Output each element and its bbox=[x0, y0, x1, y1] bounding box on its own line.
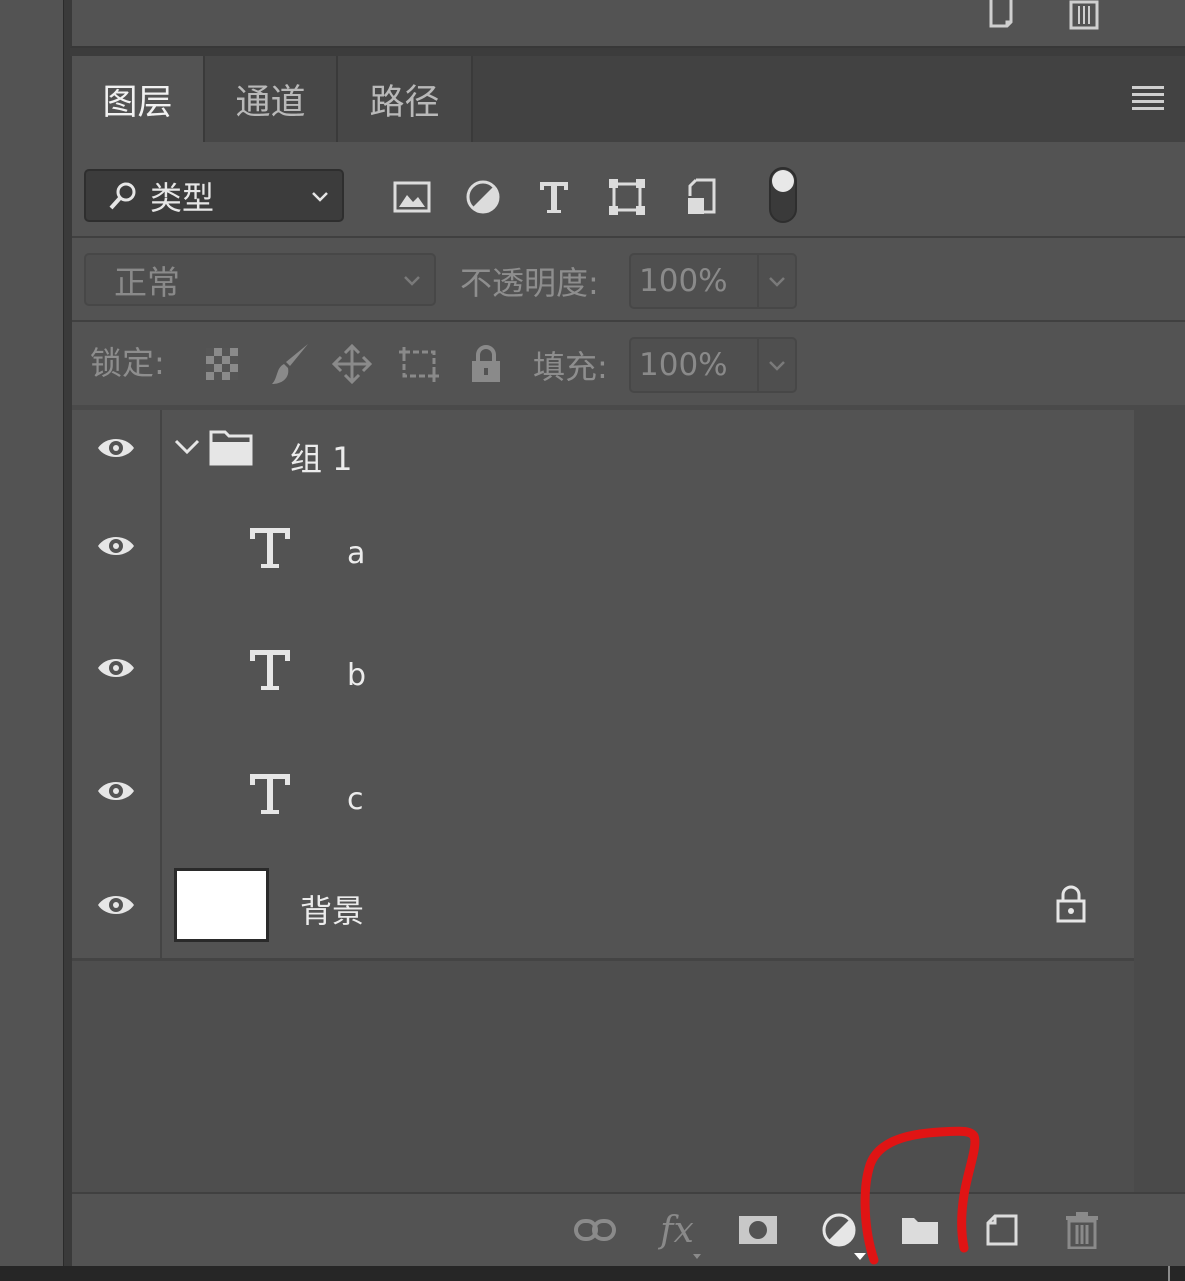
divider bbox=[72, 320, 1185, 322]
eye-icon bbox=[98, 896, 134, 914]
shape-filter-icon[interactable] bbox=[605, 175, 649, 219]
layer-row-text[interactable]: a bbox=[72, 485, 1134, 610]
eye-icon bbox=[98, 537, 134, 555]
visibility-toggle[interactable] bbox=[72, 607, 162, 729]
tab-layers[interactable]: 图层 bbox=[72, 56, 205, 142]
blend-mode-select[interactable]: 正常 bbox=[84, 253, 436, 306]
fill-label: 填充: bbox=[533, 348, 608, 386]
smart-object-filter-icon[interactable] bbox=[679, 175, 723, 219]
new-layer-icon[interactable] bbox=[980, 0, 1024, 30]
visibility-toggle[interactable] bbox=[72, 852, 162, 958]
blend-mode-label: 正常 bbox=[114, 262, 180, 302]
fx-label: fx bbox=[660, 1209, 694, 1251]
lock-transparent-pixels-icon[interactable] bbox=[200, 342, 244, 386]
layers-scrollbar-track[interactable] bbox=[1134, 410, 1185, 1192]
lock-icon bbox=[1056, 885, 1086, 923]
left-dock-strip bbox=[0, 0, 64, 1281]
red-annotation-mark bbox=[860, 1126, 980, 1265]
delete-icon[interactable] bbox=[1062, 0, 1106, 30]
layer-row-background[interactable]: 背景 bbox=[72, 852, 1134, 961]
filter-toggle-icon[interactable] bbox=[768, 166, 798, 224]
add-mask-icon[interactable] bbox=[736, 1208, 780, 1252]
lock-artboard-icon[interactable] bbox=[397, 342, 441, 386]
folder-icon bbox=[209, 430, 253, 466]
eye-icon bbox=[98, 659, 134, 677]
chevron-down-icon[interactable] bbox=[759, 355, 795, 375]
visibility-toggle[interactable] bbox=[72, 485, 162, 607]
lock-image-pixels-icon[interactable] bbox=[268, 342, 312, 386]
fill-value[interactable]: 100% bbox=[631, 339, 759, 391]
image-filter-icon[interactable] bbox=[390, 175, 434, 219]
layer-filter-select[interactable]: 类型 bbox=[84, 169, 344, 222]
type-layer-icon bbox=[250, 650, 290, 690]
fill-field[interactable]: 100% bbox=[629, 337, 797, 393]
adjustment-filter-icon[interactable] bbox=[461, 175, 505, 219]
visibility-toggle[interactable] bbox=[72, 410, 162, 485]
layer-row-text[interactable]: b bbox=[72, 607, 1134, 732]
window-bottom-edge bbox=[0, 1266, 1185, 1281]
filter-kind-label: 类型 bbox=[150, 178, 215, 217]
resize-marker bbox=[1168, 1266, 1170, 1281]
layer-name: 背景 bbox=[300, 892, 365, 930]
eye-icon bbox=[98, 438, 134, 457]
lock-all-icon[interactable] bbox=[464, 342, 508, 386]
delete-layer-icon[interactable] bbox=[1060, 1208, 1104, 1252]
lock-label: 锁定: bbox=[90, 344, 165, 382]
chevron-down-icon[interactable] bbox=[759, 271, 795, 291]
layer-name: 组 1 bbox=[290, 440, 353, 478]
layer-row-group[interactable]: 组 1 bbox=[72, 410, 1134, 488]
layer-name: a bbox=[347, 536, 366, 571]
search-icon bbox=[109, 182, 136, 209]
chevron-down-icon[interactable] bbox=[174, 438, 200, 456]
fx-dropdown-icon bbox=[693, 1245, 701, 1259]
eye-icon bbox=[98, 781, 134, 800]
lock-position-icon[interactable] bbox=[330, 342, 374, 386]
visibility-toggle[interactable] bbox=[72, 729, 162, 852]
layer-thumbnail[interactable] bbox=[174, 868, 269, 942]
panel-menu-icon[interactable] bbox=[1132, 86, 1164, 112]
opacity-field[interactable]: 100% bbox=[629, 253, 797, 309]
opacity-label: 不透明度: bbox=[460, 264, 599, 302]
link-layers-icon[interactable] bbox=[573, 1208, 617, 1252]
chevron-down-icon bbox=[312, 192, 328, 202]
tab-paths[interactable]: 路径 bbox=[338, 56, 473, 142]
type-layer-icon bbox=[250, 528, 290, 568]
upper-panel-footer bbox=[70, 0, 1185, 48]
layers-list: 组 1 a b c 背景 bbox=[72, 410, 1134, 961]
layer-name: b bbox=[347, 658, 367, 693]
type-filter-icon[interactable] bbox=[532, 175, 576, 219]
layer-row-text[interactable]: c bbox=[72, 729, 1134, 855]
type-layer-icon bbox=[250, 774, 290, 814]
opacity-value[interactable]: 100% bbox=[631, 255, 759, 307]
layer-name: c bbox=[347, 782, 364, 817]
divider bbox=[72, 236, 1185, 238]
chevron-down-icon bbox=[404, 276, 420, 286]
tab-channels[interactable]: 通道 bbox=[205, 56, 338, 142]
